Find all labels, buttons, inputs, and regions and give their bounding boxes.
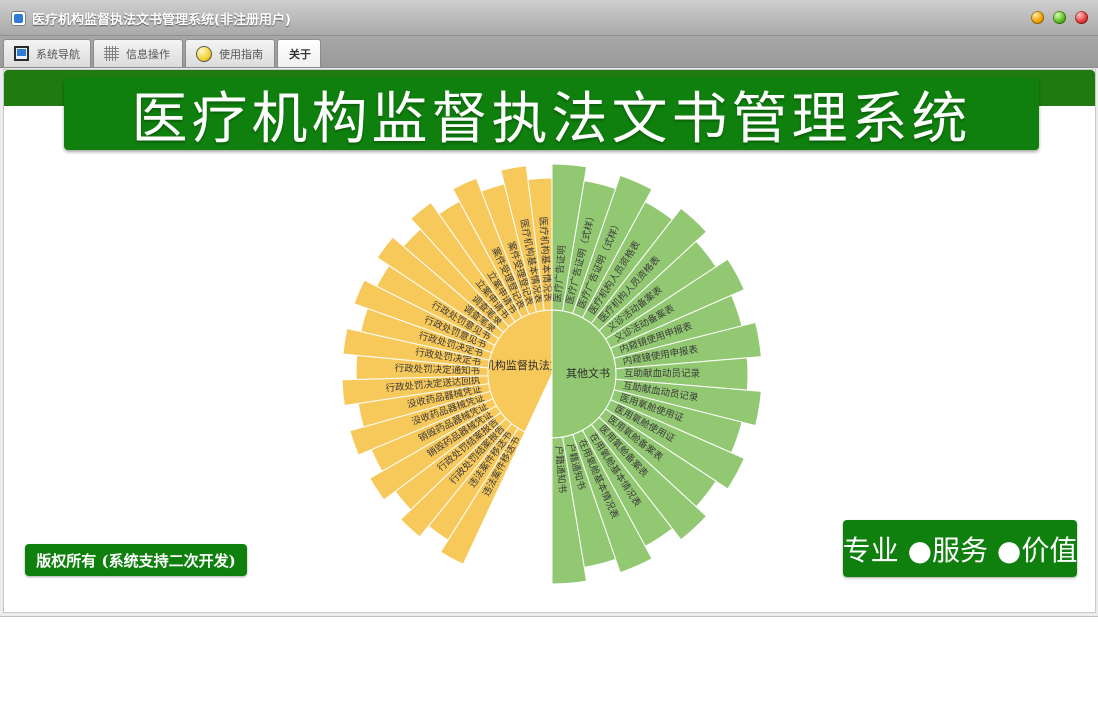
clock-icon <box>196 45 212 62</box>
tab-label: 使用指南 <box>219 47 263 61</box>
grid-icon <box>104 46 119 61</box>
tab-bar: 系统导航 信息操作 使用指南 关于 <box>0 36 1098 68</box>
copyright-badge: 版权所有 (系统支持二次开发) <box>25 544 247 576</box>
tab-label: 关于 <box>289 47 311 61</box>
tab-system-navigation[interactable]: 系统导航 <box>3 39 91 67</box>
tab-info-operation[interactable]: 信息操作 <box>93 39 183 67</box>
app-window: 医疗机构监督执法文书管理系统(非注册用户) 系统导航 信息操作 使用指南 关于 … <box>0 0 1098 617</box>
about-panel: 医疗机构监督执法文书管理系统 医疗机构监督执法文书 其他文书 违法案件移送书 违法案件… <box>3 69 1096 613</box>
monitor-icon <box>14 46 29 61</box>
tab-about[interactable]: 关于 <box>277 39 321 67</box>
title-bar[interactable]: 医疗机构监督执法文书管理系统(非注册用户) <box>0 0 1098 36</box>
tab-user-guide[interactable]: 使用指南 <box>185 39 275 67</box>
minimize-button[interactable] <box>1031 11 1044 24</box>
close-button[interactable] <box>1075 11 1088 24</box>
maximize-button[interactable] <box>1053 11 1066 24</box>
sunburst-group-label: 其他文书 <box>566 366 610 380</box>
tab-label: 信息操作 <box>126 47 170 61</box>
tab-label: 系统导航 <box>36 47 80 61</box>
slogan-badge: 专业 ●服务 ●价值 <box>843 520 1077 577</box>
app-icon <box>11 11 26 26</box>
sunburst-item-label: 互助献血动员记录 <box>624 368 701 380</box>
window-title: 医疗机构监督执法文书管理系统(非注册用户) <box>32 13 291 28</box>
